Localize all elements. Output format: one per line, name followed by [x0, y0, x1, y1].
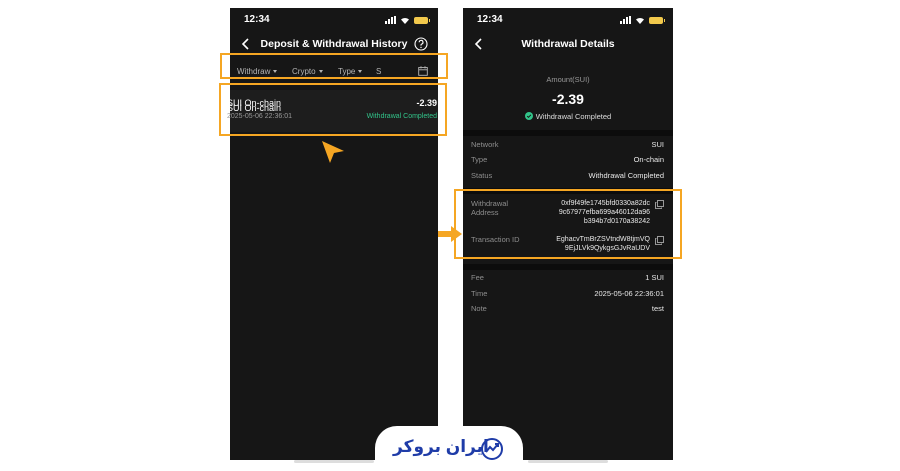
filter-highlight-box — [220, 53, 448, 79]
check-circle-icon — [524, 112, 533, 120]
wifi-icon — [401, 17, 409, 24]
battery-icon — [414, 17, 430, 24]
signal-icon — [385, 16, 396, 24]
signal-icon — [620, 16, 631, 24]
status-time: 12:34 — [477, 14, 503, 25]
status-time: 12:34 — [244, 14, 270, 25]
brand-logo: ایران بروکر — [375, 426, 523, 471]
battery-icon — [649, 17, 665, 24]
right-arrow-icon — [438, 226, 462, 242]
section-divider — [463, 264, 673, 270]
record-title-text: SUI On-chain — [227, 103, 282, 113]
help-icon[interactable] — [414, 37, 428, 51]
pointer-arrow-icon — [322, 141, 344, 163]
page-title: Withdrawal Details — [521, 38, 615, 50]
amount-value: -2.39 — [552, 91, 584, 107]
address-highlight-box — [454, 189, 682, 259]
nav-bar: Withdrawal Details — [463, 36, 673, 56]
section-divider — [463, 130, 673, 136]
brand-logo-text: ایران بروکر — [393, 437, 489, 456]
amount-label: Amount(SUI) — [546, 75, 590, 84]
home-indicator — [528, 460, 608, 463]
status-summary: Withdrawal Completed — [463, 112, 673, 121]
status-bar: 12:34 — [230, 14, 438, 28]
brand-logo-icon — [481, 438, 503, 460]
status-bar: 12:34 — [463, 14, 673, 28]
record-title-wrap: SUI On-chain — [227, 98, 281, 116]
home-indicator — [294, 460, 374, 463]
page-title: Deposit & Withdrawal History — [260, 38, 408, 50]
wifi-icon — [636, 17, 644, 24]
